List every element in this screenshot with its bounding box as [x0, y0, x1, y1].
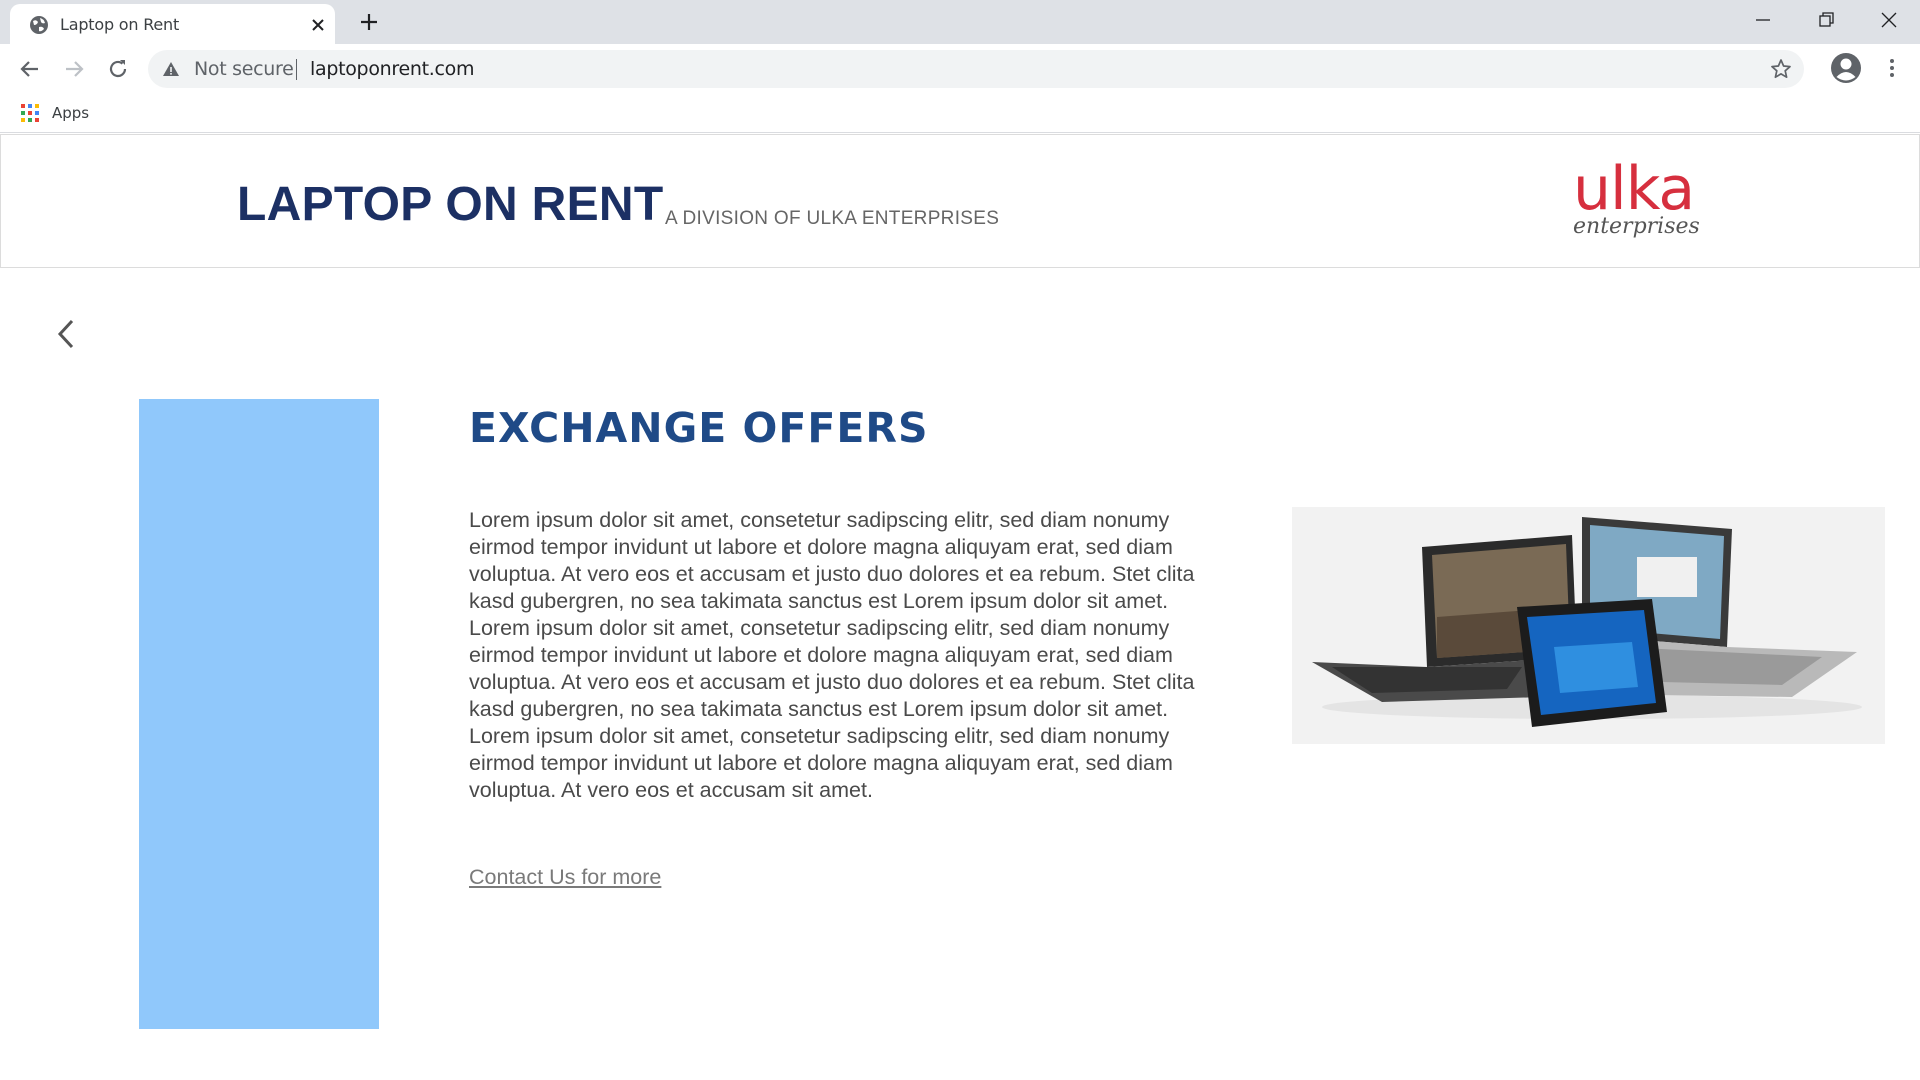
web-page: LAPTOP ON RENT A DIVISION OF ULKA ENTERP…: [0, 134, 1920, 1080]
site-header: LAPTOP ON RENT A DIVISION OF ULKA ENTERP…: [0, 134, 1920, 268]
blue-side-panel: [139, 399, 379, 1029]
tab-strip: Laptop on Rent: [0, 0, 1920, 44]
site-subtitle: A DIVISION OF ULKA ENTERPRISES: [665, 208, 1000, 229]
reload-icon[interactable]: [105, 56, 131, 82]
bookmark-apps[interactable]: Apps: [52, 104, 89, 122]
profile-icon[interactable]: [1830, 52, 1862, 84]
forward-icon[interactable]: [61, 56, 87, 82]
address-separator: [296, 59, 297, 80]
plus-icon[interactable]: [357, 10, 381, 34]
close-icon[interactable]: [308, 15, 328, 35]
window-close-icon[interactable]: [1874, 6, 1904, 34]
bookmarks-bar: Apps: [0, 93, 1920, 133]
section-heading: EXCHANGE OFFERS: [469, 404, 929, 452]
back-icon[interactable]: [17, 56, 43, 82]
menu-icon[interactable]: [1880, 56, 1904, 80]
star-icon[interactable]: [1770, 58, 1792, 80]
address-bar[interactable]: Not secure laptoponrent.com: [148, 50, 1804, 88]
ulka-logo[interactable]: ulka enterprises: [1573, 154, 1700, 247]
warning-icon[interactable]: [162, 60, 180, 78]
logo-word: ulka: [1573, 154, 1695, 224]
restore-icon[interactable]: [1811, 6, 1841, 34]
minimize-icon[interactable]: [1748, 6, 1778, 34]
laptops-illustration: [1312, 517, 1862, 727]
contact-link[interactable]: Contact Us for more: [469, 865, 661, 890]
site-title[interactable]: LAPTOP ON RENT: [237, 177, 663, 232]
laptops-product-image: [1292, 507, 1885, 744]
browser-toolbar: Not secure laptoponrent.com: [0, 44, 1920, 93]
security-label[interactable]: Not secure: [194, 58, 294, 80]
tab-title: Laptop on Rent: [60, 15, 180, 34]
globe-icon: [30, 16, 48, 34]
logo-subtext: enterprises: [1573, 214, 1700, 239]
body-paragraph: Lorem ipsum dolor sit amet, consetetur s…: [469, 508, 1195, 802]
chevron-left-icon[interactable]: [52, 317, 80, 351]
apps-grid-icon[interactable]: [20, 103, 40, 123]
browser-tab[interactable]: Laptop on Rent: [10, 4, 335, 44]
url-text[interactable]: laptoponrent.com: [310, 58, 474, 80]
